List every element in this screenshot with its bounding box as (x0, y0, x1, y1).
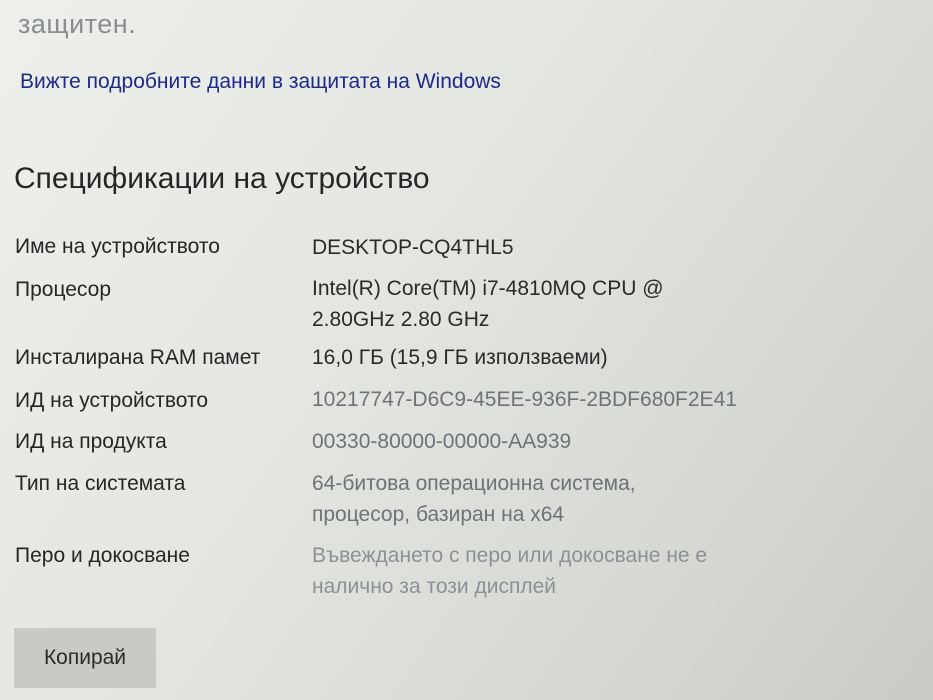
copy-button[interactable]: Копирай (14, 628, 156, 688)
spec-value: Въвеждането с перо или докосване не е на… (312, 544, 708, 598)
spec-label: Име на устройството (15, 235, 220, 258)
spec-label: ИД на устройството (15, 389, 209, 412)
spec-label: Процесор (15, 278, 112, 301)
spec-value: Intel(R) Core(TM) i7-4810MQ CPU @ 2.80GH… (312, 277, 664, 331)
section-title: Спецификации на устройство (14, 162, 430, 195)
spec-value: 10217747-D6C9-45EE-936F-2BDF680F2E41 (312, 388, 737, 411)
spec-value: 16,0 ГБ (15,9 ГБ използваеми) (312, 346, 608, 369)
spec-value: 64-битова операционна система, процесор,… (312, 472, 636, 526)
spec-value: 00330-80000-00000-AA939 (312, 430, 572, 453)
spec-label: Перо и докосване (15, 544, 190, 567)
security-details-link[interactable]: Вижте подробните данни в защитата на Win… (20, 70, 501, 94)
spec-label: ИД на продукта (15, 430, 167, 453)
top-fragment-text: защитен. (18, 9, 137, 39)
spec-label: Инсталирана RAM памет (15, 346, 261, 369)
spec-value: DESKTOP-CQ4THL5 (312, 236, 514, 259)
spec-label: Тип на системата (15, 472, 186, 495)
